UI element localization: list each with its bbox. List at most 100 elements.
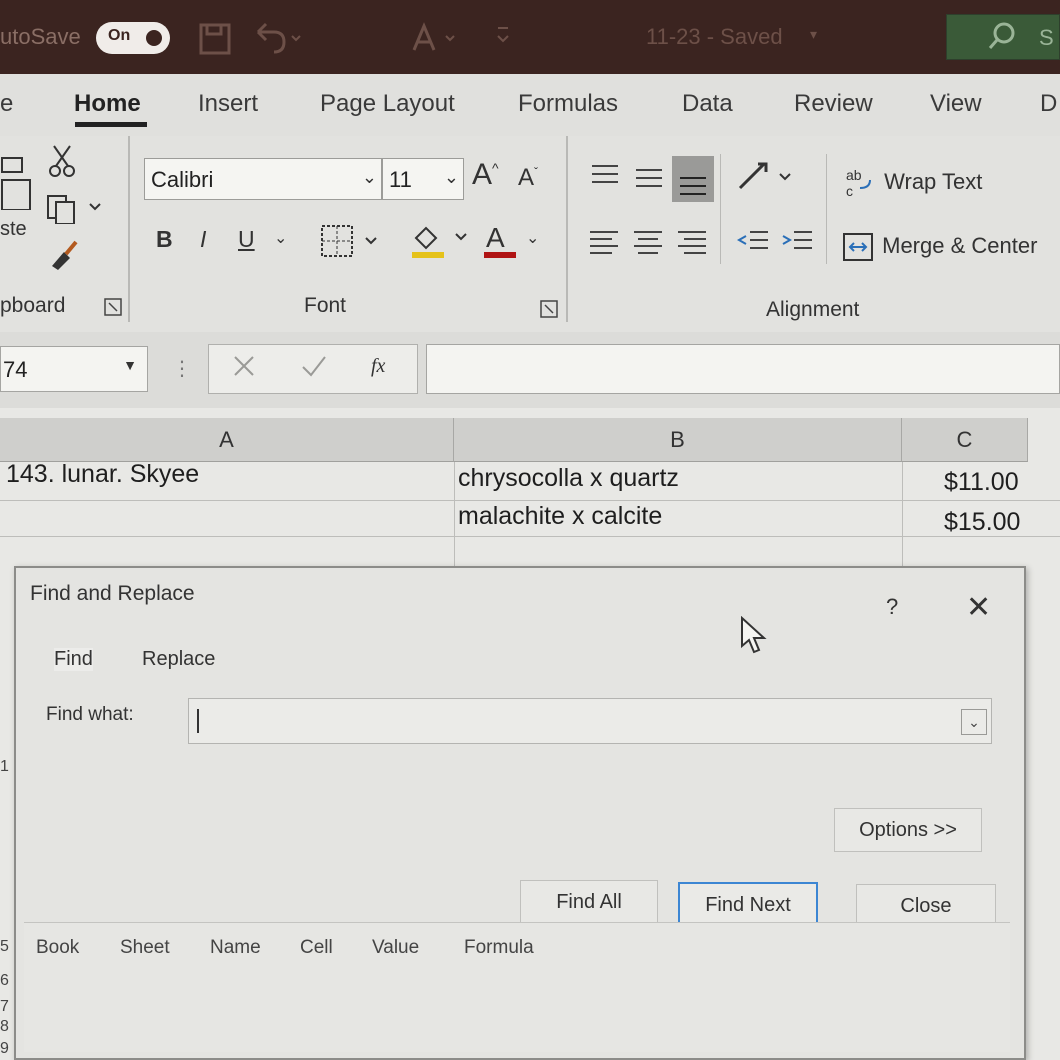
more-options-icon[interactable]: ⋮ (172, 356, 192, 381)
help-button[interactable]: ? (886, 594, 898, 620)
top-align-icon[interactable] (590, 162, 620, 198)
grow-font-button[interactable]: A^ (472, 158, 499, 192)
bottom-align-button[interactable] (672, 156, 714, 202)
column-header-b[interactable]: B (454, 418, 902, 462)
dialog-tabs: Find Replace (28, 636, 233, 680)
row-number[interactable]: 9 (0, 1040, 9, 1058)
save-icon[interactable] (198, 22, 232, 63)
format-painter-icon[interactable] (48, 240, 78, 278)
results-column-book[interactable]: Book (36, 937, 79, 959)
cell-c1[interactable]: $11.00 (944, 468, 1019, 497)
bold-button[interactable]: B (156, 226, 173, 253)
document-title[interactable]: 11-23 - Saved (646, 24, 783, 50)
row-number[interactable]: 1 (0, 758, 9, 776)
borders-icon[interactable] (320, 224, 380, 264)
decrease-indent-icon[interactable] (736, 228, 770, 264)
name-box[interactable]: 74 ▼ (0, 346, 148, 392)
options-button[interactable]: Options >> (834, 808, 982, 852)
row-gridline (0, 500, 1060, 501)
font-color-qat-icon[interactable] (410, 22, 470, 63)
insert-function-button[interactable]: fx (371, 355, 385, 378)
font-launcher-icon[interactable] (540, 298, 558, 324)
cell-c2[interactable]: $15.00 (944, 508, 1020, 537)
column-gridline (454, 462, 455, 566)
tab-insert[interactable]: Insert (198, 90, 258, 118)
font-size-value: 11 (389, 167, 412, 192)
align-right-icon[interactable] (676, 228, 708, 264)
middle-align-icon[interactable] (634, 162, 664, 198)
paste-icon[interactable] (0, 146, 36, 216)
font-color-button[interactable]: A (486, 222, 505, 254)
chevron-down-icon[interactable]: ⌄ (526, 228, 539, 248)
formula-input[interactable] (426, 344, 1060, 394)
ribbon-separator (826, 154, 827, 264)
font-size-select[interactable]: 11 ⌄ (382, 158, 464, 200)
find-what-input[interactable]: ⌄ (188, 698, 992, 744)
undo-icon[interactable] (252, 22, 302, 63)
results-column-name[interactable]: Name (210, 937, 261, 959)
align-center-icon[interactable] (632, 228, 664, 264)
customize-qat-icon[interactable] (496, 22, 510, 53)
font-name-select[interactable]: Calibri ⌄ (144, 158, 382, 200)
column-header-c[interactable]: C (902, 418, 1028, 462)
paste-label[interactable]: ste (0, 218, 27, 241)
cancel-icon[interactable] (233, 355, 255, 382)
tab-replace[interactable]: Replace (142, 648, 215, 671)
underline-button[interactable]: U (238, 226, 255, 253)
enter-check-icon[interactable] (301, 355, 327, 382)
tab-review[interactable]: Review (794, 90, 873, 118)
row-number[interactable]: 7 (0, 998, 9, 1016)
clipboard-launcher-icon[interactable] (104, 296, 122, 322)
cell-b1[interactable]: chrysocolla x quartz (458, 464, 679, 493)
cut-icon[interactable] (48, 144, 76, 184)
tab-home[interactable]: Home (74, 90, 141, 118)
wrap-text-label: Wrap Text (884, 168, 983, 194)
results-column-value[interactable]: Value (372, 937, 419, 959)
column-header-a[interactable]: A (0, 418, 454, 462)
font-color-label: A (486, 222, 505, 253)
align-left-icon[interactable] (588, 228, 620, 264)
find-all-button[interactable]: Find All (520, 880, 658, 924)
ribbon-separator (128, 136, 130, 322)
orientation-icon[interactable] (736, 160, 796, 200)
row-gridline (0, 536, 1060, 537)
results-column-cell[interactable]: Cell (300, 937, 333, 959)
tab-data[interactable]: Data (682, 90, 733, 118)
autosave-toggle-label: On (108, 27, 131, 44)
cell-b2[interactable]: malachite x calcite (458, 502, 662, 531)
tab-page-layout[interactable]: Page Layout (320, 90, 455, 118)
shrink-font-button[interactable]: Aˇ (518, 164, 538, 192)
mouse-pointer-icon (740, 615, 768, 661)
dialog-title: Find and Replace (30, 582, 195, 605)
text-cursor (197, 709, 199, 733)
tab-developer[interactable]: D (1040, 90, 1057, 118)
autosave-toggle[interactable]: On (96, 22, 170, 54)
results-column-formula[interactable]: Formula (464, 937, 534, 959)
chevron-down-icon[interactable]: ⌄ (274, 228, 287, 248)
italic-button[interactable]: I (200, 226, 206, 253)
close-icon[interactable]: ✕ (966, 590, 991, 625)
increase-indent-icon[interactable] (780, 228, 814, 264)
chevron-down-icon: ⌄ (361, 167, 377, 187)
tab-formulas[interactable]: Formulas (518, 90, 618, 118)
copy-icon[interactable] (46, 194, 104, 230)
search-box[interactable]: S (946, 14, 1060, 60)
wrap-text-button[interactable]: ab c Wrap Text (846, 167, 983, 199)
results-column-sheet[interactable]: Sheet (120, 937, 170, 959)
row-number[interactable]: 8 (0, 1018, 9, 1036)
chevron-down-icon[interactable]: ▾ (810, 26, 817, 43)
results-list[interactable]: Book Sheet Name Cell Value Formula (24, 922, 1010, 1052)
tab-find[interactable]: Find (54, 648, 93, 671)
find-next-button[interactable]: Find Next (678, 882, 818, 926)
search-label: S (1039, 25, 1054, 50)
tab-file[interactable]: e (0, 90, 13, 118)
row-number[interactable]: 6 (0, 972, 9, 990)
chevron-down-icon[interactable]: ⌄ (961, 709, 987, 735)
autosave-label: utoSave (0, 24, 81, 49)
cell-a1[interactable]: 143. lunar. Skyee (6, 460, 199, 489)
row-number[interactable]: 5 (0, 938, 9, 956)
font-name-value: Calibri (151, 167, 214, 192)
merge-center-button[interactable]: Merge & Center (842, 232, 1037, 262)
toggle-knob (146, 30, 162, 46)
tab-view[interactable]: View (930, 90, 982, 118)
